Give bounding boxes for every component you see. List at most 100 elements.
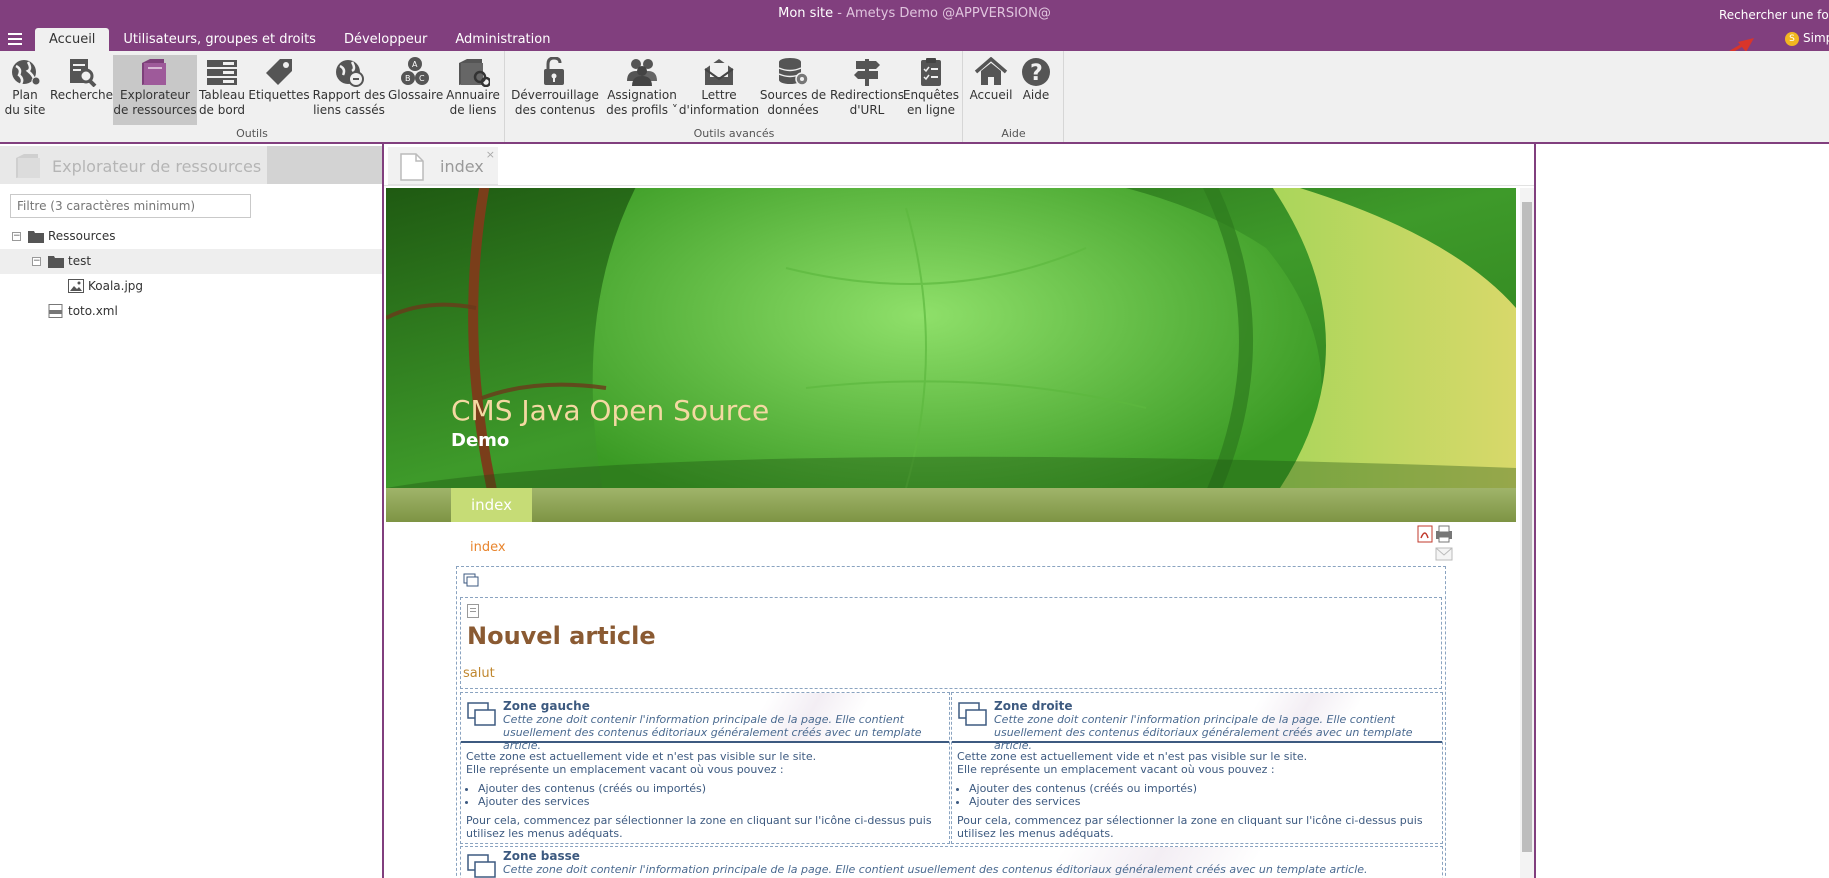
signpost-icon <box>854 59 880 86</box>
document-icon <box>467 604 479 618</box>
tree-node-toto[interactable]: toto.xml <box>0 299 382 324</box>
breadcrumb[interactable]: index <box>470 540 506 555</box>
image-file-icon <box>68 279 84 293</box>
page-content: index Nouvel article salut Zone gauche C… <box>386 522 1516 878</box>
page-icon <box>400 153 424 181</box>
tab-users-groups-rights[interactable]: Utilisateurs, groupes et droits <box>109 28 330 51</box>
svg-text:B: B <box>405 74 411 83</box>
online-surveys-button[interactable]: Enquêtes en ligne <box>902 55 960 125</box>
profile-assignment-button[interactable]: Assignation des profils ˅ <box>602 55 682 125</box>
glossary-button[interactable]: ABC Glossaire <box>388 55 443 125</box>
broken-links-report-button[interactable]: Rapport des liens cassés <box>312 55 386 125</box>
folder-icon <box>142 59 166 85</box>
home-button[interactable]: Accueil <box>968 55 1014 125</box>
editor-tab-index[interactable]: index × <box>388 147 498 186</box>
nav-tab-index[interactable]: index <box>451 488 532 522</box>
zone-right-body: Cette zone est actuellement vide et n'es… <box>957 750 1436 840</box>
ribbon-group-help: Accueil ? Aide Aide <box>964 51 1064 142</box>
site-map-button[interactable]: Plan du site <box>4 55 46 125</box>
help-icon: ? <box>1022 58 1050 86</box>
svg-text:A: A <box>412 60 418 69</box>
hamburger-menu-icon[interactable] <box>8 33 22 45</box>
banner-subtitle: Demo <box>451 430 510 451</box>
zone-right[interactable]: Zone droite Cette zone doit contenir l'i… <box>951 692 1443 844</box>
close-icon[interactable]: × <box>486 148 495 161</box>
data-sources-button[interactable]: Sources de données <box>756 55 830 125</box>
leaf-banner-image <box>386 188 1516 488</box>
resource-tree: − Ressources − test Koala.jpg toto.xml <box>0 224 382 324</box>
tab-accueil[interactable]: Accueil <box>35 28 110 51</box>
resource-explorer-panel: Explorateur de ressources − Ressources −… <box>0 144 384 878</box>
resource-explorer-button[interactable]: Explorateur de ressources <box>113 55 197 125</box>
broken-link-icon <box>336 60 364 87</box>
zone-icon[interactable] <box>958 701 988 729</box>
link-directory-button[interactable]: Annuaire de liens <box>444 55 502 125</box>
ribbon-group-advanced-tools: Déverrouillage des contenus Assignation … <box>506 51 963 142</box>
panel-tab-strip <box>267 146 382 184</box>
unlock-icon <box>544 57 564 85</box>
newsletter-icon <box>704 59 734 85</box>
zone-icon[interactable] <box>467 853 497 878</box>
banner-title: CMS Java Open Source <box>451 394 770 427</box>
avatar: S <box>1785 31 1799 46</box>
newsletter-button[interactable]: Lettre d'information <box>676 55 762 125</box>
tab-developer[interactable]: Développeur <box>330 28 441 51</box>
zone-left-header: Zone gauche Cette zone doit contenir l'i… <box>461 693 949 752</box>
preview-scrollbar[interactable] <box>1520 188 1534 878</box>
tree-node-ressources[interactable]: − Ressources <box>0 224 382 249</box>
article-title: Nouvel article <box>467 622 656 650</box>
app-title: Mon site - Ametys Demo @APPVERSION@ <box>778 6 1051 21</box>
page-tools <box>1417 525 1453 561</box>
add-content-icon[interactable] <box>463 573 479 587</box>
user-menu-button[interactable]: S Simple User <box>1785 31 1829 49</box>
help-button[interactable]: ? Aide <box>1016 55 1056 125</box>
search-button[interactable]: Recherche <box>50 55 113 125</box>
folder-icon <box>28 231 44 243</box>
site-banner: CMS Java Open Source Demo <box>386 188 1516 488</box>
xml-file-icon <box>48 304 63 318</box>
unlock-contents-button[interactable]: Déverrouillage des contenus <box>510 55 600 125</box>
database-icon <box>778 58 809 86</box>
filter-input[interactable] <box>10 194 251 218</box>
pdf-icon[interactable] <box>1417 525 1433 543</box>
folder-icon <box>48 256 64 268</box>
feature-search-input[interactable]: Rechercher une fonctionnalité <box>1719 8 1829 22</box>
zone-right-header: Zone droite Cette zone doit contenir l'i… <box>952 693 1442 752</box>
tags-button[interactable]: Etiquettes <box>248 55 310 125</box>
article-block[interactable]: Nouvel article salut <box>460 597 1442 689</box>
zone-left[interactable]: Zone gauche Cette zone doit contenir l'i… <box>460 692 950 844</box>
dashboard-icon <box>207 60 237 85</box>
site-nav-bar: index <box>386 488 1516 522</box>
zone-left-body: Cette zone est actuellement vide et n'es… <box>466 750 943 840</box>
email-icon[interactable] <box>1435 547 1453 561</box>
users-icon <box>627 59 657 86</box>
scrollbar-thumb[interactable] <box>1522 202 1532 852</box>
right-empty-area <box>1538 144 1829 878</box>
zone-bottom[interactable]: Zone basse Cette zone doit contenir l'in… <box>460 846 1443 878</box>
title-bar: Mon site - Ametys Demo @APPVERSION@ Accu… <box>0 0 1829 51</box>
panel-tab-resource-explorer[interactable]: Explorateur de ressources <box>0 146 267 184</box>
tree-node-test[interactable]: − test <box>0 249 382 274</box>
tree-node-koala[interactable]: Koala.jpg <box>0 274 382 299</box>
dashboard-button[interactable]: Tableau de bord <box>198 55 246 125</box>
folder-icon <box>16 154 40 178</box>
main-menu-tabs: Accueil Utilisateurs, groupes et droits … <box>35 28 564 51</box>
page-editor: index × CMS Java Open Source Demo index … <box>384 144 1536 878</box>
globe-icon <box>12 60 41 86</box>
collapse-icon[interactable]: − <box>32 257 41 266</box>
collapse-icon[interactable]: − <box>12 232 21 241</box>
link-directory-icon <box>459 59 490 87</box>
ribbon-toolbar: Plan du site Recherche Explorateur de re… <box>0 51 1829 144</box>
svg-text:?: ? <box>1030 61 1043 86</box>
survey-icon <box>921 58 941 86</box>
print-icon[interactable] <box>1436 525 1452 543</box>
tag-icon <box>266 59 292 85</box>
tab-administration[interactable]: Administration <box>441 28 564 51</box>
url-redirections-button[interactable]: Redirections d'URL <box>828 55 906 125</box>
glossary-icon: AB C <box>401 57 429 85</box>
main-zone[interactable]: Nouvel article salut Zone gauche Cette z… <box>456 566 1446 878</box>
zone-icon[interactable] <box>467 701 497 729</box>
page-preview: CMS Java Open Source Demo index index No… <box>386 188 1516 878</box>
ribbon-group-outils: Plan du site Recherche Explorateur de re… <box>0 51 505 142</box>
article-text: salut <box>463 666 495 681</box>
